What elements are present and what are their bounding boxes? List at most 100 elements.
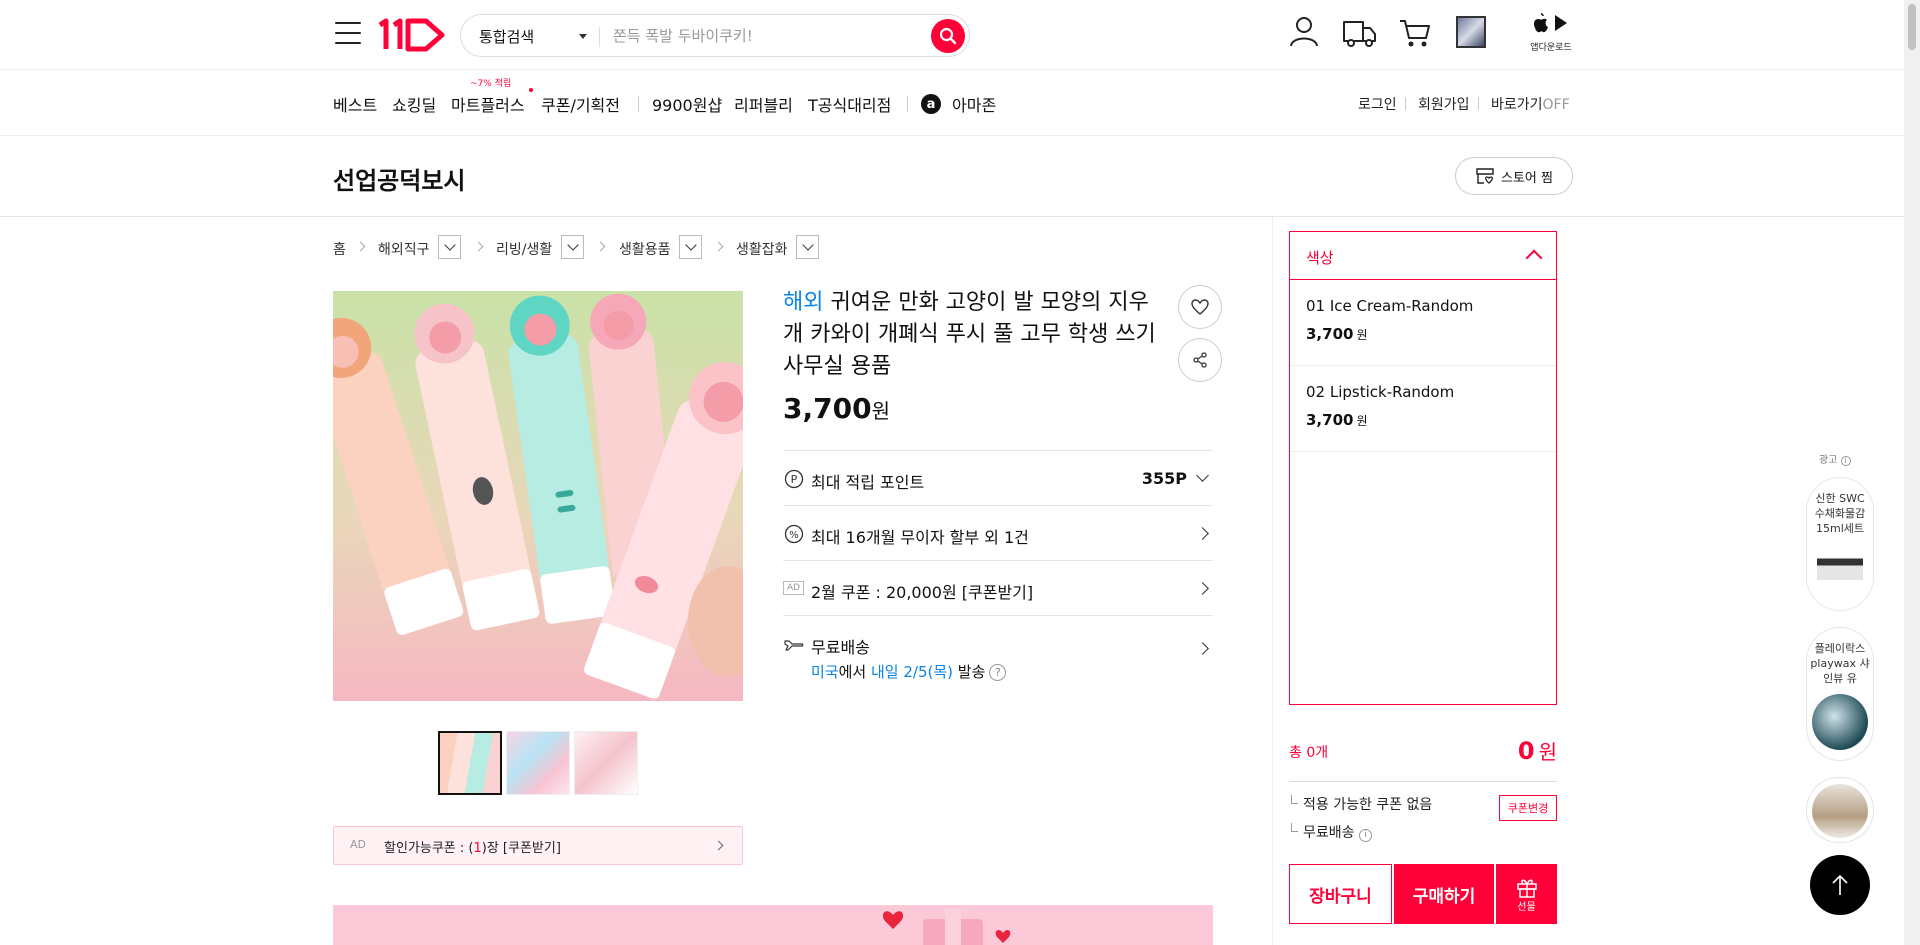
gift-button[interactable]: 선물 (1496, 864, 1557, 924)
info-icon[interactable]: i (1358, 829, 1372, 842)
side-ad-card[interactable] (1806, 777, 1874, 843)
side-ad-image (1812, 694, 1868, 750)
info-icon[interactable]: i (1840, 456, 1851, 466)
breadcrumb-dropdown[interactable] (438, 235, 461, 259)
breadcrumb-dropdown[interactable] (679, 235, 702, 259)
scrollbar-track[interactable] (1904, 0, 1920, 945)
chevron-down-icon (1196, 469, 1209, 482)
shortcut-label: 바로가기 (1491, 97, 1543, 113)
app-download[interactable]: 앱다운로드 (1529, 12, 1573, 53)
discount-coupon-bar[interactable]: AD 할인가능쿠폰 : (1)장 [쿠폰받기] (333, 826, 743, 865)
nav-mart-plus[interactable]: 마트플러스 (451, 92, 525, 116)
nav-divider (1478, 97, 1479, 110)
thumbnail-3[interactable] (574, 731, 638, 795)
breadcrumb-living[interactable]: 리빙/생활 (496, 239, 552, 259)
nav-divider (907, 96, 908, 112)
nav-best[interactable]: 베스트 (333, 92, 377, 116)
my-page-icon[interactable] (1287, 14, 1321, 48)
scroll-to-top-button[interactable] (1810, 855, 1870, 915)
signup-link[interactable]: 회원가입 (1418, 94, 1470, 114)
wishlist-button[interactable] (1178, 285, 1222, 329)
nav-amazon[interactable]: 아마존 (952, 92, 996, 116)
shipping-note-text: 무료배송 (1303, 825, 1355, 841)
option-price-value: 3,700 (1306, 411, 1354, 429)
nav-9900-shop[interactable]: 9900원샵 (652, 92, 722, 116)
share-button[interactable] (1178, 338, 1222, 382)
store-follow-button[interactable]: 스토어 찜 (1455, 157, 1573, 195)
nav-coupon-event[interactable]: 쿠폰/기획전 (541, 92, 620, 116)
option-item[interactable]: 02 Lipstick-Random 3,700 원 (1290, 366, 1556, 452)
points-row[interactable]: P 최대 적립 포인트 355P (783, 450, 1213, 505)
breadcrumb-dropdown[interactable] (796, 235, 819, 259)
column-divider (1272, 217, 1273, 945)
breadcrumb-overseas[interactable]: 해외직구 (378, 239, 430, 259)
nav-refurbly[interactable]: 리퍼블리 (734, 92, 793, 116)
side-ad-card[interactable]: 신한 SWC 수채화물감 15ml세트 (1806, 477, 1874, 611)
breadcrumb-household[interactable]: 생활용품 (619, 239, 671, 259)
scrollbar-thumb[interactable] (1908, 4, 1916, 50)
side-ad-card[interactable]: 플레이락스 playwax 샤인뷰 유 (1806, 627, 1874, 761)
nav-t-official[interactable]: T공식대리점 (808, 92, 891, 116)
app-download-label: 앱다운로드 (1530, 43, 1572, 53)
price-unit: 원 (871, 399, 890, 423)
price-value: 3,700 (783, 392, 872, 425)
coupon-row[interactable]: AD 2월 쿠폰 : 20,000원 [쿠폰받기] (783, 560, 1213, 615)
search-bar: 통합검색 (460, 14, 970, 57)
login-link[interactable]: 로그인 (1358, 94, 1397, 114)
shortcut-toggle[interactable]: 바로가기OFF (1491, 94, 1570, 114)
installment-label: 최대 16개월 무이자 할부 외 1건 (811, 528, 1029, 547)
side-ad-image (1812, 784, 1868, 838)
menu-icon[interactable] (335, 22, 361, 44)
delivery-truck-icon[interactable] (1342, 16, 1378, 50)
search-input[interactable] (613, 23, 913, 49)
store-follow-label: 스토어 찜 (1501, 170, 1553, 186)
chevron-up-icon (1525, 249, 1543, 267)
help-icon[interactable]: ? (989, 664, 1007, 681)
breadcrumb-home[interactable]: 홈 (333, 239, 346, 259)
promo-banner[interactable] (333, 905, 1213, 945)
total-count: 총 0개 (1289, 745, 1329, 761)
chevron-right-icon (473, 241, 484, 252)
store-name[interactable]: 선업공덕보시 (333, 161, 465, 196)
order-total: 총 0개 0원 (1289, 737, 1557, 766)
overseas-tag: 해외 (783, 290, 824, 315)
caret-down-icon[interactable] (579, 34, 587, 39)
cart-icon[interactable] (1398, 16, 1432, 50)
chevron-right-icon (595, 241, 606, 252)
11st-logo[interactable] (376, 17, 448, 53)
product-main-image[interactable] (333, 291, 743, 701)
thumbnail-1[interactable] (438, 731, 502, 795)
shipping-from: 에서 (838, 663, 871, 681)
chevron-right-icon (1196, 527, 1209, 540)
product-price: 3,700원 (783, 392, 890, 425)
total-amount-value: 0 (1517, 737, 1535, 765)
recent-viewed-thumbnail[interactable] (1456, 16, 1486, 48)
category-nav: 베스트 쇼킹딜 ~7% 적립 마트플러스 쿠폰/기획전 9900원샵 리퍼블리 … (0, 70, 1904, 136)
thumbnail-2[interactable] (506, 731, 570, 795)
arrow-up-icon (1832, 874, 1848, 895)
order-notes: 적용 가능한 쿠폰 없음 무료배송 i (1289, 794, 1432, 850)
buy-now-button[interactable]: 구매하기 (1394, 864, 1494, 924)
add-to-cart-button[interactable]: 장바구니 (1289, 864, 1392, 924)
breadcrumb-dropdown[interactable] (561, 235, 584, 259)
total-amount-unit: 원 (1538, 740, 1557, 764)
divider (1289, 781, 1557, 782)
shipping-suffix: 발송 (953, 663, 986, 681)
option-header[interactable]: 색상 (1290, 232, 1556, 280)
gift-label: 선물 (1517, 901, 1536, 913)
point-icon: P (784, 469, 804, 489)
nav-shocking-deal[interactable]: 쇼킹딜 (392, 92, 436, 116)
installment-row[interactable]: % 최대 16개월 무이자 할부 외 1건 (783, 505, 1213, 560)
search-divider (599, 27, 600, 47)
share-icon (1193, 352, 1207, 368)
product-title: 해외 귀여운 만화 고양이 발 모양의 지우개 카와이 개폐식 푸시 풀 고무 … (783, 287, 1158, 383)
shipping-label: 무료배송 (811, 638, 870, 657)
option-item[interactable]: 01 Ice Cream-Random 3,700 원 (1290, 280, 1556, 366)
search-button[interactable] (931, 19, 965, 53)
breadcrumb-misc[interactable]: 생활잡화 (736, 239, 788, 259)
shipping-row[interactable]: 무료배송 미국에서 내일 2/5(목) 발송? (783, 615, 1213, 695)
option-panel: 색상 01 Ice Cream-Random 3,700 원 02 Lipstic… (1289, 231, 1557, 705)
search-scope-select[interactable]: 통합검색 (479, 26, 534, 47)
coupon-change-button[interactable]: 쿠폰변경 (1499, 795, 1557, 821)
nav-divider (1405, 97, 1406, 110)
